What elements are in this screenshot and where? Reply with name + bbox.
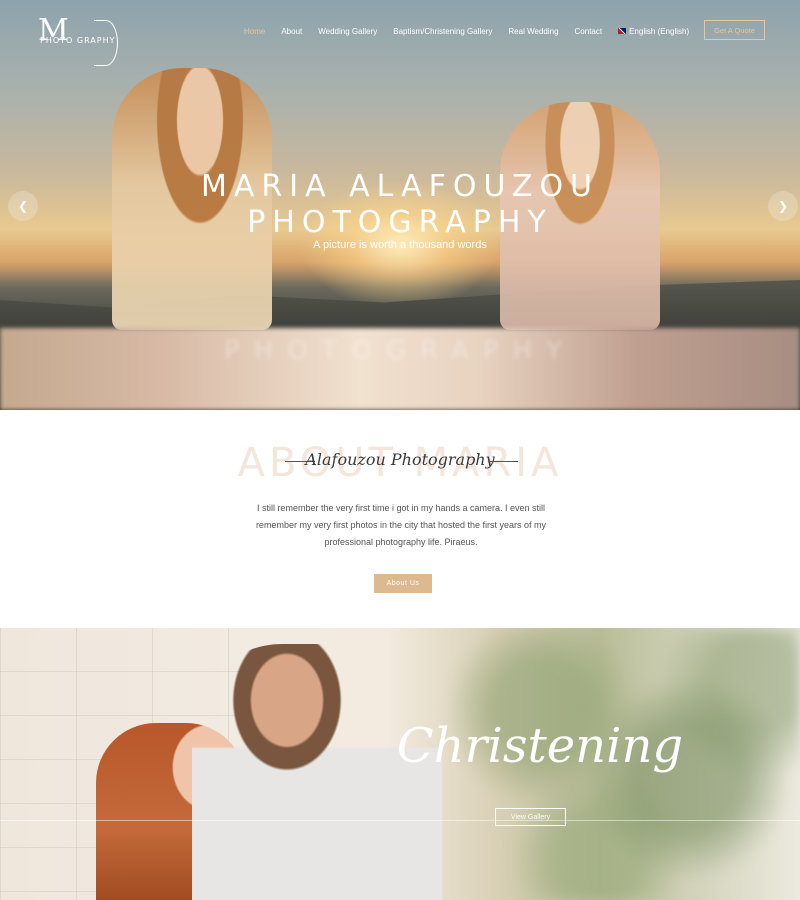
language-label: English (English) [629, 26, 690, 36]
about-us-button[interactable]: About Us [374, 574, 432, 593]
hero-reflection-text: PHOTOGRAPHY [223, 336, 577, 366]
nav-language[interactable]: English (English) [618, 27, 689, 36]
nav-baptism-gallery[interactable]: Baptism/Christening Gallery [393, 27, 492, 36]
chevron-left-icon: ❮ [17, 199, 29, 213]
nav-contact[interactable]: Contact [575, 27, 603, 36]
heading-rule-right [488, 461, 518, 462]
nav-about[interactable]: About [281, 27, 302, 36]
christening-title: Christening [396, 718, 684, 774]
image-seam [0, 820, 800, 821]
nav-home[interactable]: Home [244, 27, 265, 36]
site-logo[interactable]: M PHOTO GRAPHY [38, 16, 122, 66]
about-paragraph: I still remember the very first time i g… [255, 503, 547, 547]
main-nav: Home About Wedding Gallery Baptism/Chris… [244, 24, 705, 38]
view-gallery-button[interactable]: View Gallery [495, 808, 566, 826]
chevron-right-icon: ❯ [777, 199, 789, 213]
uk-flag-icon [618, 28, 627, 34]
about-section: ABOUT MARIA Alafouzou Photography I stil… [0, 410, 800, 628]
logo-text: PHOTO GRAPHY [40, 36, 116, 45]
hero-title-line1: MARIA ALAFOUZOU [200, 169, 600, 204]
get-a-quote-button[interactable]: Get A Quote [704, 20, 765, 40]
christening-section: Christening View Gallery [0, 628, 800, 900]
slider-prev-button[interactable]: ❮ [8, 191, 38, 221]
hero-slider: PHOTOGRAPHY M PHOTO GRAPHY Home About We… [0, 0, 800, 410]
slider-next-button[interactable]: ❯ [768, 191, 798, 221]
about-script-heading: Alafouzou Photography [305, 450, 495, 469]
nav-wedding-gallery[interactable]: Wedding Gallery [318, 27, 377, 36]
nav-real-wedding[interactable]: Real Wedding [508, 27, 558, 36]
hero-subtitle: A picture is worth a thousand words [313, 239, 487, 251]
hero-title-line2: PHOTOGRAPHY [247, 205, 553, 240]
